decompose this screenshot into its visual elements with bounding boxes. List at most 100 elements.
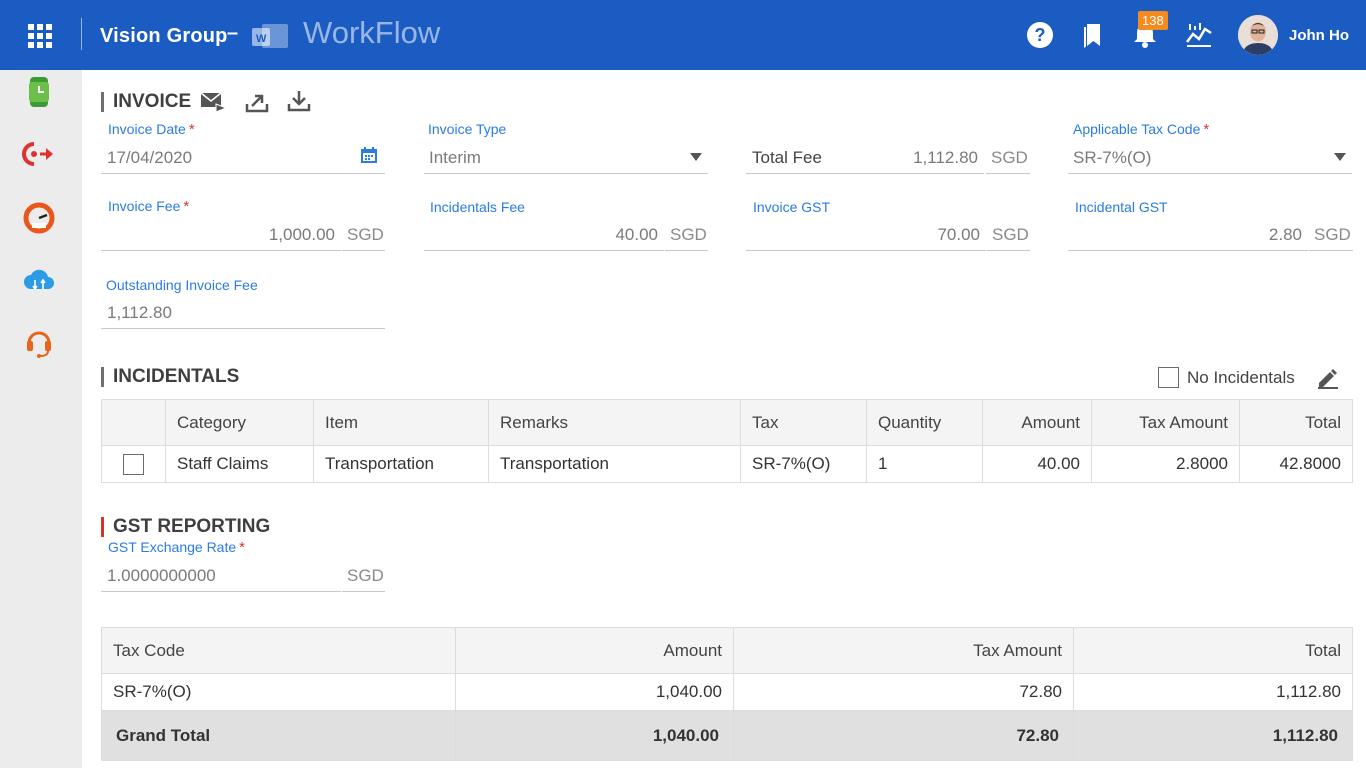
invoice-gst-label: Invoice GST	[753, 199, 831, 215]
gst-rate-label: GST Exchange Rate *	[108, 539, 245, 556]
bookmarks-icon[interactable]	[1079, 20, 1109, 50]
no-incidentals-checkbox[interactable]	[1158, 367, 1179, 388]
incidentals-fee-value: 40.00	[615, 225, 658, 244]
no-incidentals-label: No Incidentals	[1187, 368, 1295, 387]
email-send-icon[interactable]	[200, 90, 228, 112]
avatar[interactable]	[1238, 15, 1278, 55]
amount-cell: 1,040.00	[455, 673, 734, 711]
svg-text:W: W	[256, 33, 267, 45]
invoice-gst-value: 70.00	[937, 225, 980, 244]
analytics-icon[interactable]	[1184, 20, 1214, 50]
table-header-row: Tax Code Amount Tax Amount Total	[101, 627, 1353, 674]
help-icon[interactable]: ?	[1025, 20, 1055, 50]
row-checkbox[interactable]	[123, 453, 144, 475]
grand-total-amount: 1,040.00	[455, 710, 734, 761]
item-cell: Transportation	[313, 445, 489, 483]
tax-cell: SR-7%(O)	[740, 445, 867, 483]
grand-total-row: Grand Total 1,040.00 72.80 1,112.80	[101, 710, 1353, 761]
invoice-type-value: Interim	[429, 148, 481, 167]
tax-code-value: SR-7%(O)	[1073, 148, 1152, 167]
invoice-gst-field: 70.00	[746, 221, 986, 251]
incidental-gst-field: 2.80	[1068, 221, 1308, 251]
app-name: WorkFlow	[303, 15, 441, 50]
column-header[interactable]: Total	[1239, 399, 1353, 446]
download-icon[interactable]	[286, 89, 312, 113]
outstanding-fee-label: Outstanding Invoice Fee	[106, 277, 258, 293]
table-header-row: Category Item Remarks Tax Quantity Amoun…	[101, 399, 1353, 446]
invoice-date-field[interactable]: 17/04/2020	[101, 144, 385, 174]
tax-code-select[interactable]: SR-7%(O)	[1068, 144, 1352, 174]
column-header[interactable]: Category	[165, 399, 314, 446]
timesheet-icon[interactable]	[22, 75, 56, 109]
support-headset-icon[interactable]	[22, 325, 56, 359]
quantity-cell: 1	[866, 445, 983, 483]
incidentals-section-title: INCIDENTALS	[101, 367, 239, 387]
gst-rate-unit: SGD	[342, 562, 385, 592]
tax-code-cell: SR-7%(O)	[101, 673, 456, 711]
total-cell: 1,112.80	[1073, 673, 1353, 711]
export-icon[interactable]	[244, 90, 270, 114]
incidental-gst-unit: SGD	[1309, 221, 1353, 251]
column-header[interactable]: Total	[1073, 627, 1353, 674]
dashboard-gauge-icon[interactable]	[22, 200, 56, 234]
gst-table: Tax Code Amount Tax Amount Total SR-7%(O…	[101, 627, 1353, 761]
total-fee-field: Total Fee 1,112.80	[746, 144, 984, 174]
invoice-gst-unit: SGD	[987, 221, 1030, 251]
incidentals-fee-field: 40.00	[424, 221, 664, 251]
notification-badge: 138	[1138, 11, 1168, 30]
table-row[interactable]: Staff Claims Transportation Transportati…	[101, 445, 1353, 483]
total-fee-label: Total Fee	[752, 148, 822, 167]
table-row: SR-7%(O) 1,040.00 72.80 1,112.80	[101, 673, 1353, 711]
app-launcher-icon[interactable]	[28, 24, 52, 48]
incidentals-fee-unit: SGD	[665, 221, 708, 251]
invoice-date-value: 17/04/2020	[107, 148, 193, 167]
svg-text:?: ?	[1035, 25, 1046, 45]
column-header[interactable]: Amount	[982, 399, 1092, 446]
redirect-icon[interactable]	[22, 137, 56, 171]
invoice-type-label: Invoice Type	[428, 121, 507, 137]
total-fee-unit: SGD	[986, 144, 1030, 174]
gst-rate-field[interactable]: 1.0000000000	[101, 562, 341, 592]
amount-cell: 40.00	[982, 445, 1092, 483]
invoice-section-title: INVOICE	[101, 92, 191, 112]
tax-amount-cell: 2.8000	[1091, 445, 1240, 483]
column-header[interactable]: Tax Amount	[733, 627, 1074, 674]
tax-amount-cell: 72.80	[733, 673, 1074, 711]
invoice-type-select[interactable]: Interim	[424, 144, 708, 174]
user-avatar-icon	[1238, 15, 1278, 55]
gst-rate-value: 1.0000000000	[107, 566, 216, 585]
column-header[interactable]: Remarks	[488, 399, 741, 446]
invoice-fee-value: 1,000.00	[268, 225, 335, 244]
row-select-cell	[101, 445, 166, 483]
column-header[interactable]: Quantity	[866, 399, 983, 446]
column-header[interactable]: Tax Amount	[1091, 399, 1240, 446]
invoice-fee-field[interactable]: 1,000.00	[101, 221, 341, 251]
outstanding-fee-field: 1,112.80	[101, 299, 385, 329]
invoice-fee-label: Invoice Fee *	[108, 198, 190, 215]
company-name: Vision Group	[100, 25, 228, 47]
user-name[interactable]: John Ho	[1289, 27, 1349, 44]
grand-total-label: Grand Total	[101, 710, 456, 761]
title-separator: –	[227, 22, 239, 44]
total-fee-value: 1,112.80	[913, 148, 978, 167]
calendar-icon[interactable]	[360, 146, 378, 164]
tax-code-label: Applicable Tax Code *	[1073, 121, 1210, 138]
column-header[interactable]: Tax	[740, 399, 867, 446]
column-header[interactable]: Item	[313, 399, 489, 446]
invoice-fee-unit: SGD	[342, 221, 385, 251]
top-bar: Vision Group – W WorkFlow ? 138 John Ho	[0, 0, 1366, 70]
column-header[interactable]: Tax Code	[101, 627, 456, 674]
remarks-cell: Transportation	[488, 445, 741, 483]
divider	[81, 18, 82, 50]
chevron-down-icon	[690, 153, 702, 161]
grand-total-tax-amount: 72.80	[733, 710, 1074, 761]
gst-section-title: GST REPORTING	[101, 517, 270, 537]
select-column-header	[101, 399, 166, 446]
incidentals-table: Category Item Remarks Tax Quantity Amoun…	[101, 399, 1353, 483]
cloud-sync-icon[interactable]	[22, 263, 56, 297]
chevron-down-icon	[1334, 153, 1346, 161]
invoice-date-label: Invoice Date *	[108, 121, 195, 138]
total-cell: 42.8000	[1239, 445, 1353, 483]
column-header[interactable]: Amount	[455, 627, 734, 674]
edit-pencil-icon[interactable]	[1316, 366, 1340, 390]
